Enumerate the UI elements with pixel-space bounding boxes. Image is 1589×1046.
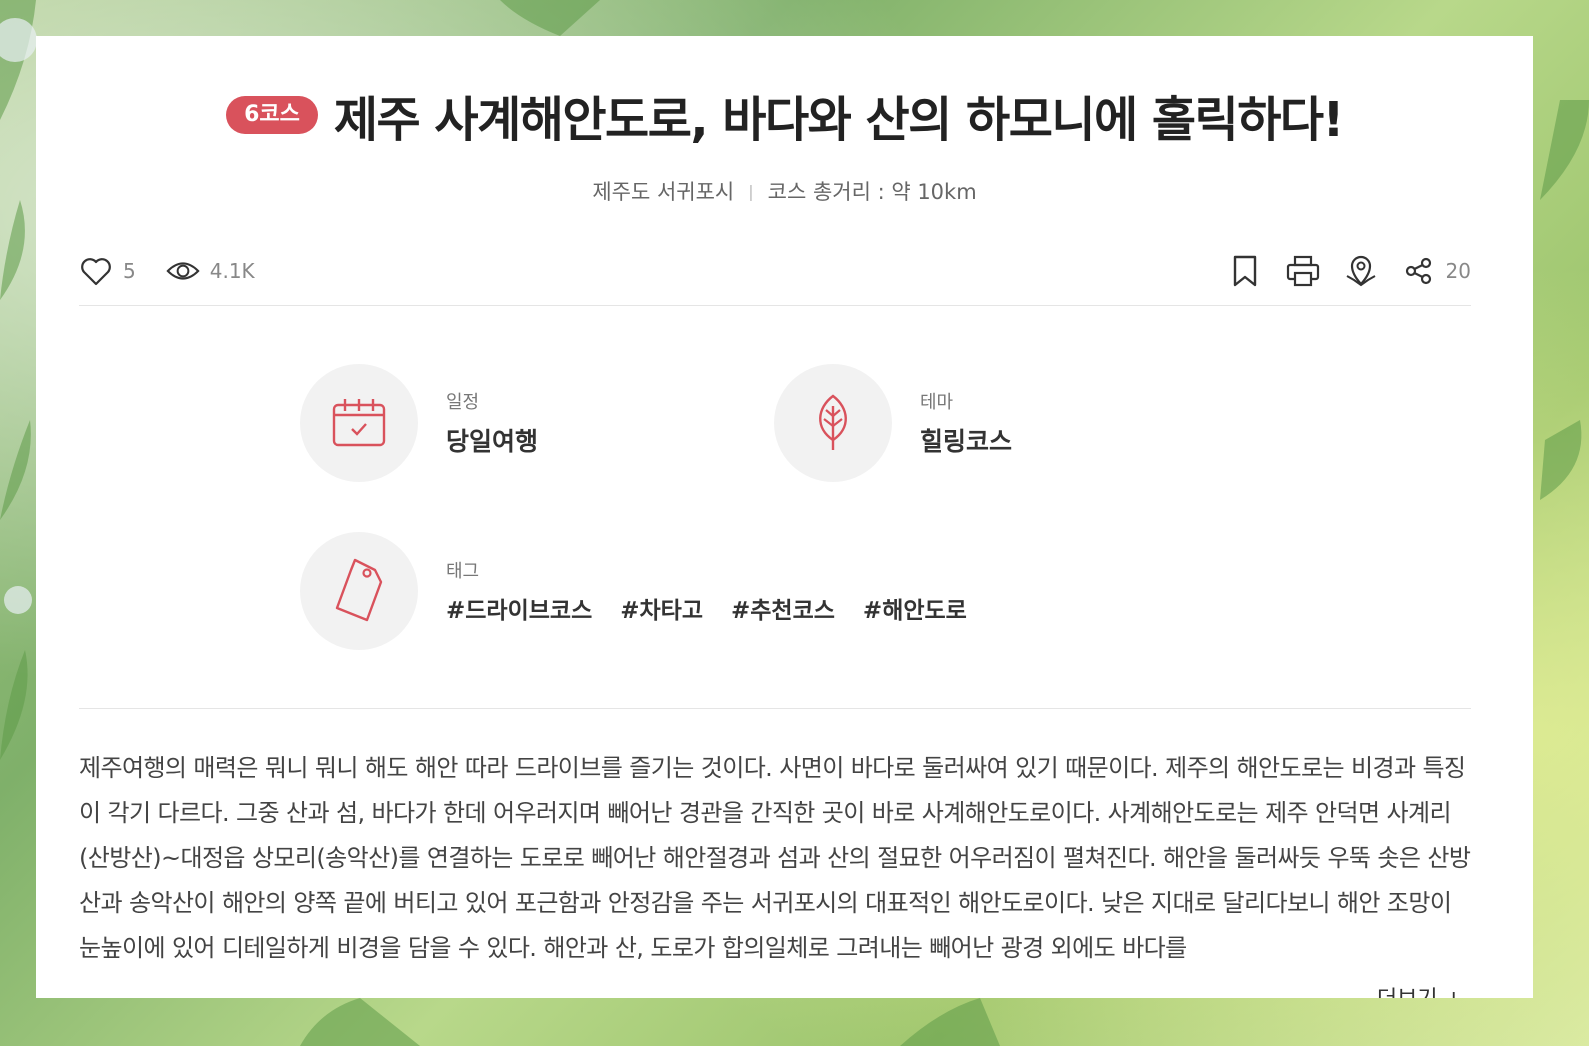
tag-item[interactable]: #차타고 [620, 591, 703, 625]
view-count-item: 4.1K [166, 254, 255, 288]
bookmark-icon[interactable] [1228, 254, 1262, 288]
schedule-label: 일정 [446, 392, 480, 413]
print-icon[interactable] [1286, 254, 1320, 288]
tag-list: #드라이브코스 #차타고 #추천코스 #해안도로 [446, 591, 967, 625]
share-button[interactable]: 20 [1402, 254, 1471, 288]
calendar-icon [332, 399, 386, 447]
course-header: 6코스 제주 사계해안도로, 바다와 산의 하모니에 홀릭하다! 제주도 서귀포… [36, 36, 1533, 206]
theme-value: 힐링코스 [920, 427, 1013, 456]
course-distance: 코스 총거리 : 약 10km [767, 180, 977, 204]
tag-item[interactable]: #드라이브코스 [446, 591, 592, 625]
theme-icon-circle [774, 364, 892, 482]
like-count: 5 [123, 258, 136, 283]
map-pin-icon[interactable] [1344, 254, 1378, 288]
leaf-icon [819, 394, 847, 450]
course-meta: 제주도 서귀포시 | 코스 총거리 : 약 10km [36, 176, 1533, 206]
view-count: 4.1K [209, 258, 255, 283]
tag-info: 태그 #드라이브코스 #차타고 #추천코스 #해안도로 [300, 532, 967, 650]
course-info: 일정 당일여행 테마 힐링코스 태그 #드라이브코스 #차타고 #추천코스 #해… [300, 364, 1200, 700]
eye-icon [166, 254, 200, 288]
content-card: 6코스 제주 사계해안도로, 바다와 산의 하모니에 홀릭하다! 제주도 서귀포… [36, 36, 1533, 998]
action-toolbar: 5 4.1K 20 [79, 236, 1471, 306]
course-description: 제주여행의 매력은 뭐니 뭐니 해도 해안 따라 드라이브를 즐기는 것이다. … [79, 754, 1471, 962]
schedule-icon-circle [300, 364, 418, 482]
schedule-value: 당일여행 [446, 427, 539, 456]
heart-icon [79, 254, 113, 288]
tag-item[interactable]: #추천코스 [731, 591, 835, 625]
theme-label: 테마 [920, 392, 954, 413]
page-title: 제주 사계해안도로, 바다와 산의 하모니에 홀릭하다! [333, 92, 1345, 148]
like-button[interactable]: 5 [79, 254, 136, 288]
share-count: 20 [1445, 258, 1471, 283]
tag-label: 태그 [446, 561, 480, 582]
course-badge: 6코스 [226, 96, 318, 134]
section-divider [79, 708, 1471, 709]
meta-separator: | [748, 181, 754, 201]
tag-icon [335, 558, 383, 622]
schedule-info: 일정 당일여행 [300, 364, 720, 482]
tag-item[interactable]: #해안도로 [863, 591, 967, 625]
share-icon [1402, 254, 1436, 288]
theme-info: 테마 힐링코스 [774, 364, 1194, 482]
course-location: 제주도 서귀포시 [592, 180, 735, 204]
read-more-link[interactable]: 더보기 + [1377, 981, 1463, 998]
tag-icon-circle [300, 532, 418, 650]
